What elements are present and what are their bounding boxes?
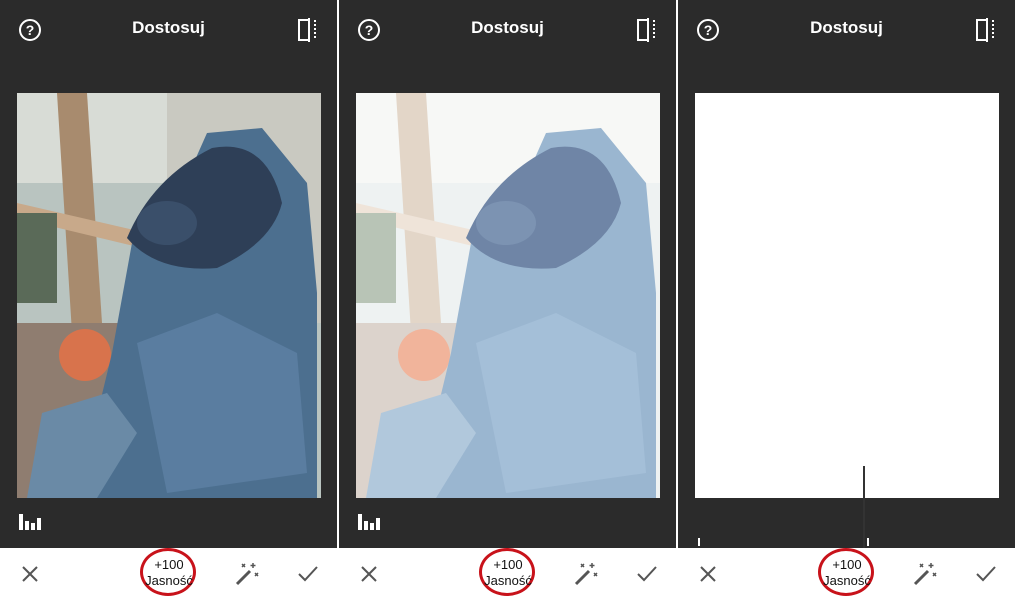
screen-title: Dostosuj bbox=[132, 18, 205, 37]
top-bar: ? Dostosuj bbox=[678, 0, 1015, 60]
photo-preview bbox=[695, 93, 999, 498]
screen-title: Dostosuj bbox=[810, 18, 883, 37]
adjustment-label: Jasność bbox=[484, 573, 532, 588]
adjustment-value: +100 bbox=[493, 557, 523, 572]
top-bar: ? Dostosuj bbox=[0, 0, 337, 60]
adjustment-indicator[interactable]: +100 Jasność bbox=[138, 548, 200, 600]
histogram-icon[interactable] bbox=[18, 512, 42, 530]
checkmark-icon[interactable] bbox=[636, 563, 658, 585]
editor-panel-1: ? Dostosuj +100 Jasność bbox=[0, 0, 337, 600]
adjustment-indicator[interactable]: +100 Jasność bbox=[477, 548, 539, 600]
photo-preview bbox=[17, 93, 321, 498]
adjustment-label: Jasność bbox=[145, 573, 193, 588]
adjustment-indicator[interactable]: +100 Jasność bbox=[816, 548, 878, 600]
magic-wand-icon[interactable] bbox=[911, 561, 937, 587]
highlight-ring bbox=[818, 548, 874, 596]
photo-preview bbox=[356, 93, 660, 498]
compare-icon[interactable] bbox=[297, 17, 321, 43]
adjustment-value: +100 bbox=[154, 557, 184, 572]
magic-wand-icon[interactable] bbox=[572, 561, 598, 587]
compare-icon[interactable] bbox=[975, 17, 999, 43]
histogram-icon[interactable] bbox=[357, 512, 381, 530]
adjustment-label: Jasność bbox=[823, 573, 871, 588]
slider-indicator[interactable] bbox=[863, 466, 865, 548]
slider-center-tick bbox=[867, 538, 869, 546]
bottom-toolbar: +100 Jasność bbox=[339, 548, 676, 600]
top-bar: ? Dostosuj bbox=[339, 0, 676, 60]
magic-wand-icon[interactable] bbox=[233, 561, 259, 587]
bottom-toolbar: +100 Jasność bbox=[678, 548, 1015, 600]
highlight-ring bbox=[140, 548, 196, 596]
slider-min-tick bbox=[698, 538, 700, 546]
close-icon[interactable] bbox=[20, 564, 40, 584]
close-icon[interactable] bbox=[698, 564, 718, 584]
highlight-ring bbox=[479, 548, 535, 596]
editor-panel-3: ? Dostosuj +100 Jasność bbox=[678, 0, 1015, 600]
compare-icon[interactable] bbox=[636, 17, 660, 43]
bottom-toolbar: +100 Jasność bbox=[0, 548, 337, 600]
screen-title: Dostosuj bbox=[471, 18, 544, 37]
checkmark-icon[interactable] bbox=[297, 563, 319, 585]
adjustment-value: +100 bbox=[832, 557, 862, 572]
close-icon[interactable] bbox=[359, 564, 379, 584]
editor-panel-2: ? Dostosuj +100 Jasność bbox=[339, 0, 676, 600]
checkmark-icon[interactable] bbox=[975, 563, 997, 585]
